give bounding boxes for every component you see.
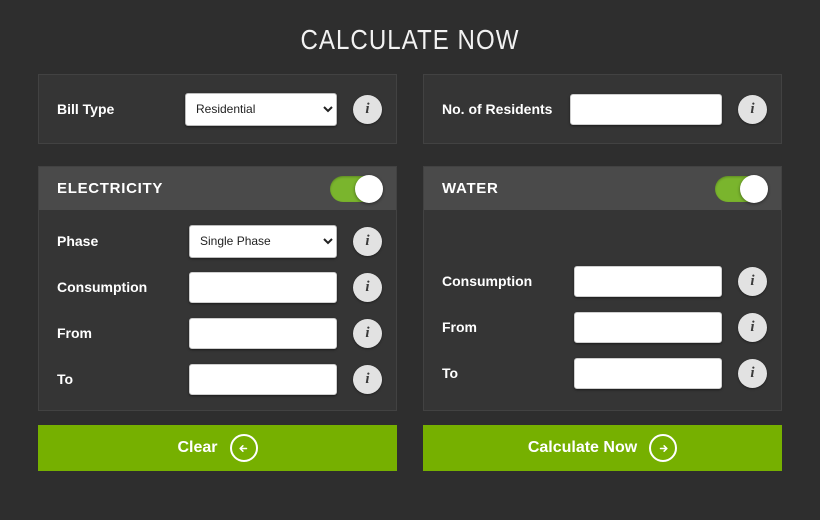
electricity-to-field bbox=[189, 363, 337, 395]
water-from-row: From i bbox=[442, 304, 767, 350]
electricity-panel: ELECTRICITY Phase Single Phase i Consump… bbox=[38, 166, 397, 411]
toggle-knob bbox=[740, 174, 768, 203]
water-to-label: To bbox=[442, 365, 459, 381]
info-icon[interactable]: i bbox=[738, 94, 767, 124]
action-bar: Clear Calculate Now bbox=[0, 411, 820, 471]
toggle-knob bbox=[355, 174, 383, 203]
residents-row: No. of Residents i bbox=[424, 86, 781, 132]
residents-field bbox=[570, 93, 722, 125]
info-icon[interactable]: i bbox=[353, 364, 382, 394]
water-from-label: From bbox=[442, 319, 477, 335]
water-to-row: To i bbox=[442, 350, 767, 396]
bill-type-select[interactable]: Residential bbox=[185, 92, 337, 126]
info-icon[interactable]: i bbox=[353, 272, 382, 302]
electricity-to-row: To i bbox=[57, 356, 382, 402]
calculator-page: CALCULATE NOW Bill Type Residential i EL… bbox=[0, 0, 820, 520]
arrow-left-circle-icon bbox=[229, 434, 258, 462]
water-consumption-row: Consumption i bbox=[442, 258, 767, 304]
water-to-input[interactable] bbox=[574, 357, 722, 389]
info-icon[interactable]: i bbox=[738, 312, 767, 342]
residents-input[interactable] bbox=[570, 93, 722, 125]
bill-type-label: Bill Type bbox=[57, 101, 115, 117]
calculate-now-button-label: Calculate Now bbox=[527, 439, 638, 456]
info-icon[interactable]: i bbox=[738, 358, 767, 388]
residents-label: No. of Residents bbox=[442, 101, 553, 117]
electricity-toggle[interactable] bbox=[330, 174, 383, 203]
electricity-title: ELECTRICITY bbox=[57, 180, 164, 197]
water-consumption-field bbox=[574, 265, 722, 297]
electricity-consumption-row: Consumption i bbox=[57, 264, 382, 310]
electricity-to-input[interactable] bbox=[189, 363, 337, 395]
electricity-phase-select[interactable]: Single Phase bbox=[189, 224, 337, 258]
residents-panel: No. of Residents i bbox=[423, 74, 782, 144]
water-fields: Consumption i From i To i bbox=[424, 210, 781, 410]
water-panel: WATER Consumption i From i To i bbox=[423, 166, 782, 411]
water-header: WATER bbox=[424, 167, 781, 210]
info-icon[interactable]: i bbox=[353, 318, 382, 348]
calculate-now-button[interactable]: Calculate Now bbox=[423, 425, 782, 471]
electricity-phase-field: Single Phase bbox=[189, 224, 337, 258]
info-icon[interactable]: i bbox=[353, 226, 382, 256]
right-column: No. of Residents i WATER Consumption i F… bbox=[423, 74, 782, 411]
electricity-phase-row: Phase Single Phase i bbox=[57, 218, 382, 264]
electricity-from-field bbox=[189, 317, 337, 349]
water-from-field bbox=[574, 311, 722, 343]
electricity-fields: Phase Single Phase i Consumption i From … bbox=[39, 210, 396, 410]
electricity-consumption-field bbox=[189, 271, 337, 303]
bill-type-field: Residential bbox=[185, 92, 337, 126]
water-consumption-input[interactable] bbox=[574, 265, 722, 297]
clear-button[interactable]: Clear bbox=[38, 425, 397, 471]
arrow-right-circle-icon bbox=[649, 434, 678, 462]
electricity-from-row: From i bbox=[57, 310, 382, 356]
water-from-input[interactable] bbox=[574, 311, 722, 343]
electricity-header: ELECTRICITY bbox=[39, 167, 396, 210]
page-title: CALCULATE NOW bbox=[300, 24, 520, 55]
bill-type-panel: Bill Type Residential i bbox=[38, 74, 397, 144]
water-to-field bbox=[574, 357, 722, 389]
left-column: Bill Type Residential i ELECTRICITY Phas… bbox=[38, 74, 397, 411]
water-consumption-label: Consumption bbox=[442, 273, 533, 289]
electricity-phase-label: Phase bbox=[57, 233, 99, 249]
water-toggle[interactable] bbox=[715, 174, 768, 203]
electricity-from-input[interactable] bbox=[189, 317, 337, 349]
electricity-consumption-input[interactable] bbox=[189, 271, 337, 303]
bill-type-row: Bill Type Residential i bbox=[39, 86, 396, 132]
clear-button-label: Clear bbox=[177, 439, 218, 456]
electricity-consumption-label: Consumption bbox=[57, 279, 148, 295]
water-title: WATER bbox=[442, 180, 499, 197]
electricity-from-label: From bbox=[57, 325, 92, 341]
info-icon[interactable]: i bbox=[738, 266, 767, 296]
form-columns: Bill Type Residential i ELECTRICITY Phas… bbox=[0, 56, 820, 411]
electricity-to-label: To bbox=[57, 371, 74, 387]
info-icon[interactable]: i bbox=[353, 94, 382, 124]
